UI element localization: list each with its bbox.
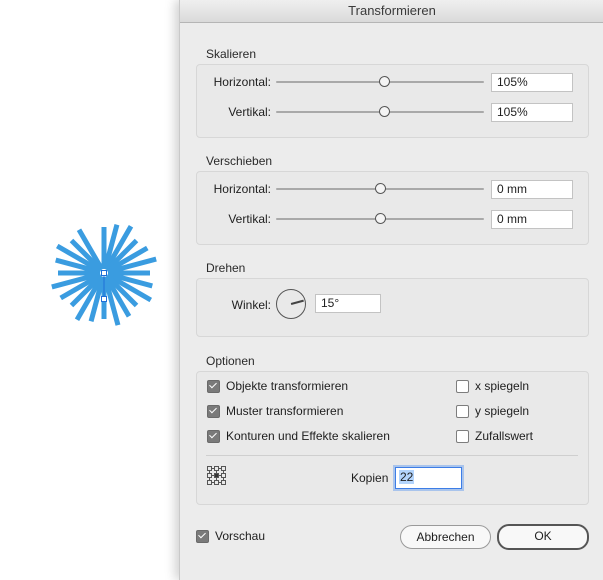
- rotate-group-title: Drehen: [206, 261, 246, 275]
- transform-dialog: Transformieren Skalieren Horizontal: 105…: [179, 0, 603, 580]
- reference-point-grid-icon[interactable]: [206, 465, 226, 485]
- rotate-group: Drehen Winkel: 15°: [196, 261, 589, 337]
- slider-knob[interactable]: [375, 183, 386, 194]
- copies-input[interactable]: 22: [395, 467, 462, 489]
- scale-strokes-checkbox[interactable]: Konturen und Effekte skalieren: [207, 428, 390, 444]
- scale-vertical-label: Vertikal:: [228, 105, 271, 119]
- slider-knob[interactable]: [375, 213, 386, 224]
- move-vertical-input[interactable]: 0 mm: [491, 210, 573, 229]
- checkbox-checked[interactable]: [196, 529, 209, 543]
- angle-label: Winkel:: [231, 298, 271, 312]
- checkbox-unchecked[interactable]: [456, 429, 469, 443]
- scale-group-title: Skalieren: [206, 47, 257, 61]
- move-vertical-slider[interactable]: [276, 213, 484, 225]
- transform-patterns-checkbox[interactable]: Muster transformieren: [207, 403, 343, 419]
- slider-knob[interactable]: [379, 76, 391, 87]
- scale-vertical-input[interactable]: 105%: [491, 103, 573, 122]
- random-checkbox[interactable]: Zufallswert: [456, 428, 533, 444]
- dialog-title: Transformieren: [180, 0, 603, 23]
- scale-strokes-label: Konturen und Effekte skalieren: [226, 429, 390, 443]
- starburst-artwork: [51, 224, 157, 326]
- artboard-canvas: [0, 0, 180, 580]
- checkbox-unchecked[interactable]: [456, 379, 469, 393]
- move-group: Verschieben Horizontal: 0 mm Vertikal: 0…: [196, 154, 589, 245]
- scale-group: Skalieren Horizontal: 105% Vertikal: 105…: [196, 47, 589, 138]
- scale-horizontal-input[interactable]: 105%: [491, 73, 573, 92]
- transform-patterns-label: Muster transformieren: [226, 404, 344, 418]
- slider-knob[interactable]: [379, 106, 391, 117]
- random-label: Zufallswert: [475, 429, 534, 443]
- reflect-x-checkbox[interactable]: x spiegeln: [456, 378, 529, 394]
- checkbox-checked[interactable]: [207, 429, 220, 443]
- anchor-point-handle[interactable]: [101, 296, 107, 302]
- transform-objects-label: Objekte transformieren: [226, 379, 349, 393]
- checkbox-unchecked[interactable]: [456, 404, 469, 418]
- copies-value-selected: 22: [399, 470, 415, 484]
- preview-checkbox[interactable]: Vorschau: [196, 528, 265, 544]
- scale-horizontal-slider[interactable]: [276, 76, 484, 88]
- angle-input[interactable]: 15°: [315, 294, 381, 313]
- options-group: Optionen Objekte transformieren Muster t…: [196, 354, 589, 505]
- angle-dial[interactable]: [276, 289, 306, 319]
- move-horizontal-slider[interactable]: [276, 183, 484, 195]
- move-group-title: Verschieben: [206, 154, 273, 168]
- scale-vertical-slider[interactable]: [276, 106, 484, 118]
- ok-button[interactable]: OK: [497, 524, 589, 550]
- reflect-y-label: y spiegeln: [475, 404, 530, 418]
- options-group-title: Optionen: [206, 354, 255, 368]
- cancel-button[interactable]: Abbrechen: [400, 525, 491, 549]
- options-divider: [206, 455, 578, 456]
- checkbox-checked[interactable]: [207, 404, 220, 418]
- reflect-y-checkbox[interactable]: y spiegeln: [456, 403, 529, 419]
- move-horizontal-input[interactable]: 0 mm: [491, 180, 573, 199]
- preview-label: Vorschau: [215, 529, 266, 543]
- copies-label: Kopien: [351, 471, 389, 485]
- move-horizontal-label: Horizontal:: [213, 182, 271, 196]
- move-vertical-label: Vertikal:: [228, 212, 271, 226]
- scale-horizontal-label: Horizontal:: [213, 75, 271, 89]
- angle-dial-hand: [290, 299, 304, 305]
- checkbox-checked[interactable]: [207, 379, 220, 393]
- transform-objects-checkbox[interactable]: Objekte transformieren: [207, 378, 348, 394]
- anchor-point-handle[interactable]: [101, 270, 107, 276]
- reflect-x-label: x spiegeln: [475, 379, 530, 393]
